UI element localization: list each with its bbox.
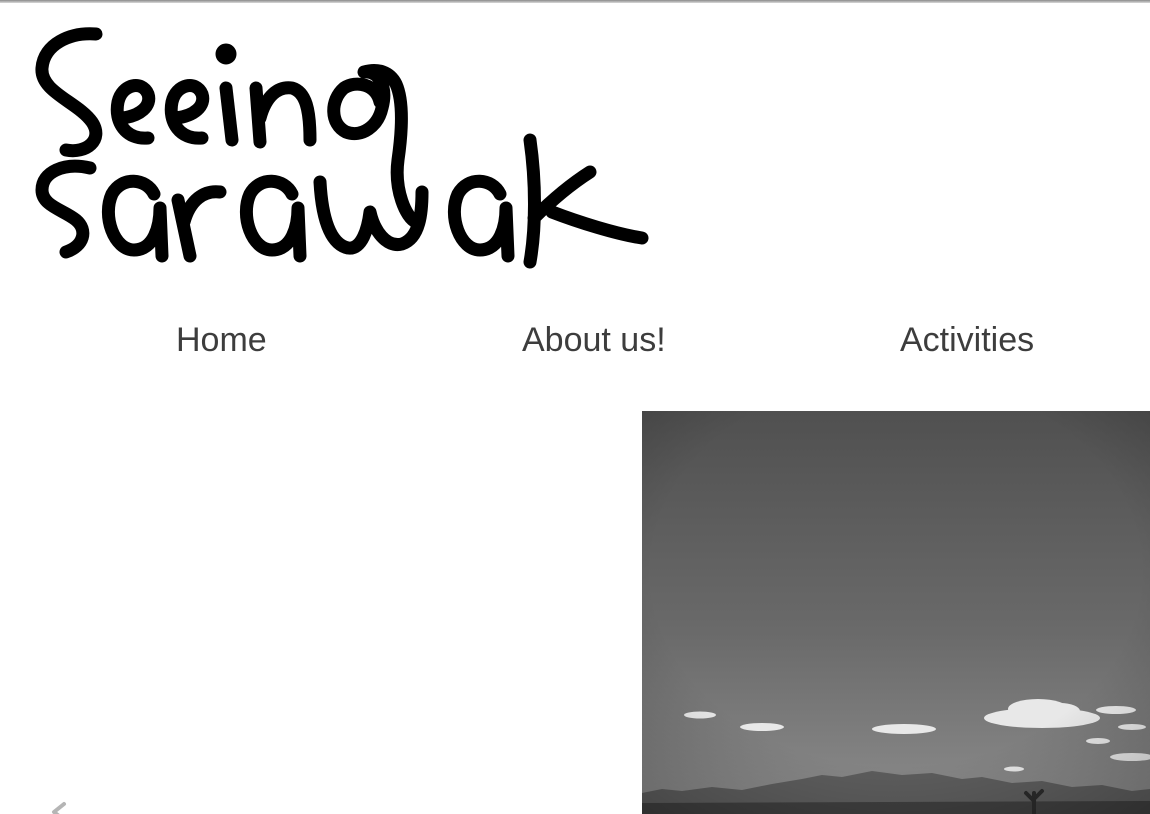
site-logo[interactable]	[30, 22, 710, 282]
main-navigation: Home About us! Activities	[0, 312, 1150, 372]
chevron-left-icon	[52, 802, 66, 814]
slider-prev-button[interactable]	[44, 798, 74, 814]
nav-link-about-us[interactable]: About us!	[522, 312, 666, 368]
hero-image	[642, 411, 1150, 814]
nav-link-home[interactable]: Home	[176, 312, 267, 368]
page: Home About us! Activities	[0, 0, 1150, 814]
top-shadow-divider	[0, 0, 1150, 3]
nav-link-activities[interactable]: Activities	[900, 312, 1034, 368]
